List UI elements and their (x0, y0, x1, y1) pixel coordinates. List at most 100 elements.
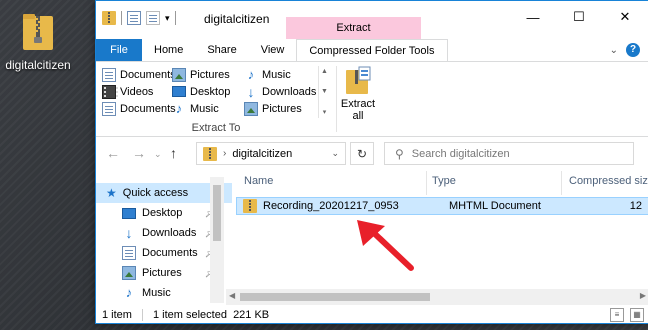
chevron-down-icon[interactable]: ⌄ (331, 148, 339, 159)
music-icon: ♪ (247, 66, 255, 82)
nav-scrollbar[interactable] (210, 177, 224, 303)
gallery-more-icon[interactable]: ▾ (323, 108, 327, 116)
red-arrow-annotation (357, 220, 414, 271)
extract-to-pictures[interactable]: Pictures (244, 101, 314, 116)
zip-folder-icon (21, 10, 55, 52)
extract-to-desktop[interactable]: Desktop (172, 86, 244, 98)
desktop-icon-label: digitalcitizen (5, 58, 71, 72)
gallery-item-label: Pictures (190, 68, 230, 81)
forward-arrow-icon[interactable]: → (132, 145, 146, 161)
file-icon (243, 199, 257, 213)
file-size: 12 (629, 200, 642, 212)
divider (426, 171, 427, 195)
nav-item-label: Desktop (142, 207, 183, 219)
nav-item-label: Documents (142, 247, 198, 259)
context-tab-header: Extract (286, 17, 421, 39)
chevron-down-icon[interactable]: ▾ (165, 13, 170, 24)
divider (336, 66, 337, 132)
address-bar[interactable]: › digitalcitizen ⌄ (196, 142, 346, 165)
gallery-row: Documents Pictures ♪ Music (102, 66, 330, 83)
pictures-icon (244, 101, 258, 116)
pictures-icon (122, 266, 136, 280)
star-icon: ★ (106, 186, 117, 200)
title-bar: ▾ digitalcitizen Extract — ☐ ✕ (96, 1, 648, 39)
status-bar: 1 item 1 item selected 221 KB ≡ ▦ (96, 305, 648, 325)
maximize-button[interactable]: ☐ (556, 1, 602, 33)
search-icon: ⚲ (395, 146, 404, 161)
gallery-item-label: Music (262, 68, 291, 81)
scroll-up-icon[interactable]: ▲ (321, 68, 328, 75)
gallery-item-label: Downloads (262, 85, 317, 98)
gallery-item-label: Videos (120, 85, 154, 98)
gallery-item-label: Music (190, 102, 219, 115)
properties-icon[interactable] (127, 11, 141, 25)
zip-folder-icon (102, 11, 116, 25)
close-button[interactable]: ✕ (602, 1, 648, 33)
file-type: MHTML Document (449, 200, 541, 212)
extract-to-videos[interactable]: Videos (102, 84, 172, 99)
search-input[interactable]: ⚲ Search digitalcitizen (384, 142, 634, 165)
scroll-down-icon[interactable]: ▼ (321, 88, 328, 95)
minimize-button[interactable]: — (510, 1, 556, 33)
desktop-icon (172, 86, 186, 97)
tab-share[interactable]: Share (195, 39, 248, 61)
recent-locations-icon[interactable]: ⌄ (154, 149, 162, 160)
tab-view[interactable]: View (249, 39, 297, 61)
gallery-row: Videos Desktop ↓ Downloads (102, 83, 330, 100)
nav-item-label: Quick access (122, 187, 189, 199)
column-header-size[interactable]: Compressed size (569, 175, 648, 187)
scroll-right-icon[interactable]: ▶ (640, 291, 646, 300)
extract-to-music[interactable]: ♪ Music (244, 66, 314, 82)
ribbon-tabs: File Home Share View Compressed Folder T… (96, 39, 648, 62)
selection-info: 1 item selected 221 KB (152, 309, 270, 321)
nav-item-label: Downloads (142, 227, 197, 239)
column-header-type[interactable]: Type (432, 175, 456, 187)
scrollbar-thumb[interactable] (240, 293, 430, 301)
tab-file[interactable]: File (96, 39, 142, 61)
documents-icon (102, 67, 116, 82)
zip-folder-icon (203, 146, 217, 161)
desktop-icon (122, 207, 136, 219)
ribbon-help-area: ⌄ ? (610, 43, 640, 57)
desktop-zip-folder[interactable]: digitalcitizen (2, 10, 74, 72)
gallery-item-label: Pictures (262, 102, 302, 115)
extract-to-documents[interactable]: Documents (102, 101, 176, 116)
breadcrumb-item[interactable]: digitalcitizen (232, 148, 292, 160)
download-icon: ↓ (125, 225, 133, 241)
extract-to-downloads[interactable]: ↓ Downloads (244, 83, 317, 100)
details-view-icon[interactable]: ≡ (610, 308, 624, 322)
extract-all-button[interactable]: Extract all (340, 66, 376, 122)
column-header-name[interactable]: Name (244, 175, 273, 187)
extract-all-icon (345, 66, 371, 96)
up-arrow-icon[interactable]: ↑ (170, 145, 177, 161)
new-folder-icon[interactable] (146, 11, 160, 25)
extract-to-music[interactable]: ♪ Music (172, 100, 244, 116)
ribbon-group-label: Extract To (191, 122, 241, 134)
file-row[interactable]: Recording_20201217_0953 MHTML Document 1… (236, 197, 648, 215)
pictures-icon (172, 67, 186, 82)
chevron-down-icon[interactable]: ⌄ (610, 45, 618, 56)
extract-to-documents[interactable]: Documents (102, 67, 176, 82)
documents-icon (102, 101, 116, 116)
tab-compressed-folder-tools[interactable]: Compressed Folder Tools (296, 39, 448, 62)
large-icons-view-icon[interactable]: ▦ (630, 308, 644, 322)
help-icon[interactable]: ? (626, 43, 640, 57)
tab-home[interactable]: Home (142, 39, 195, 61)
chevron-right-icon[interactable]: › (223, 148, 226, 159)
navigation-row: ← → ⌄ ↑ › digitalcitizen ⌄ ↻ ⚲ Search di… (96, 139, 648, 169)
extract-to-pictures[interactable]: Pictures (172, 67, 244, 82)
refresh-button[interactable]: ↻ (350, 142, 374, 165)
scrollbar-thumb[interactable] (213, 185, 221, 241)
horizontal-scrollbar[interactable]: ◀ ▶ (226, 289, 648, 305)
gallery-scroll[interactable]: ▲ ▼ ▾ (318, 66, 330, 118)
window-controls: — ☐ ✕ (510, 1, 648, 33)
videos-icon (102, 84, 118, 99)
search-placeholder: Search digitalcitizen (411, 147, 510, 160)
music-icon: ♪ (175, 100, 183, 116)
download-icon: ↓ (247, 83, 255, 100)
explorer-window: ▾ digitalcitizen Extract — ☐ ✕ File Home… (95, 0, 648, 324)
music-icon: ♪ (125, 285, 133, 300)
back-arrow-icon[interactable]: ← (106, 145, 120, 161)
extract-to-gallery: Documents Pictures ♪ Music Videos Desktop… (102, 66, 330, 118)
scroll-left-icon[interactable]: ◀ (229, 291, 235, 300)
